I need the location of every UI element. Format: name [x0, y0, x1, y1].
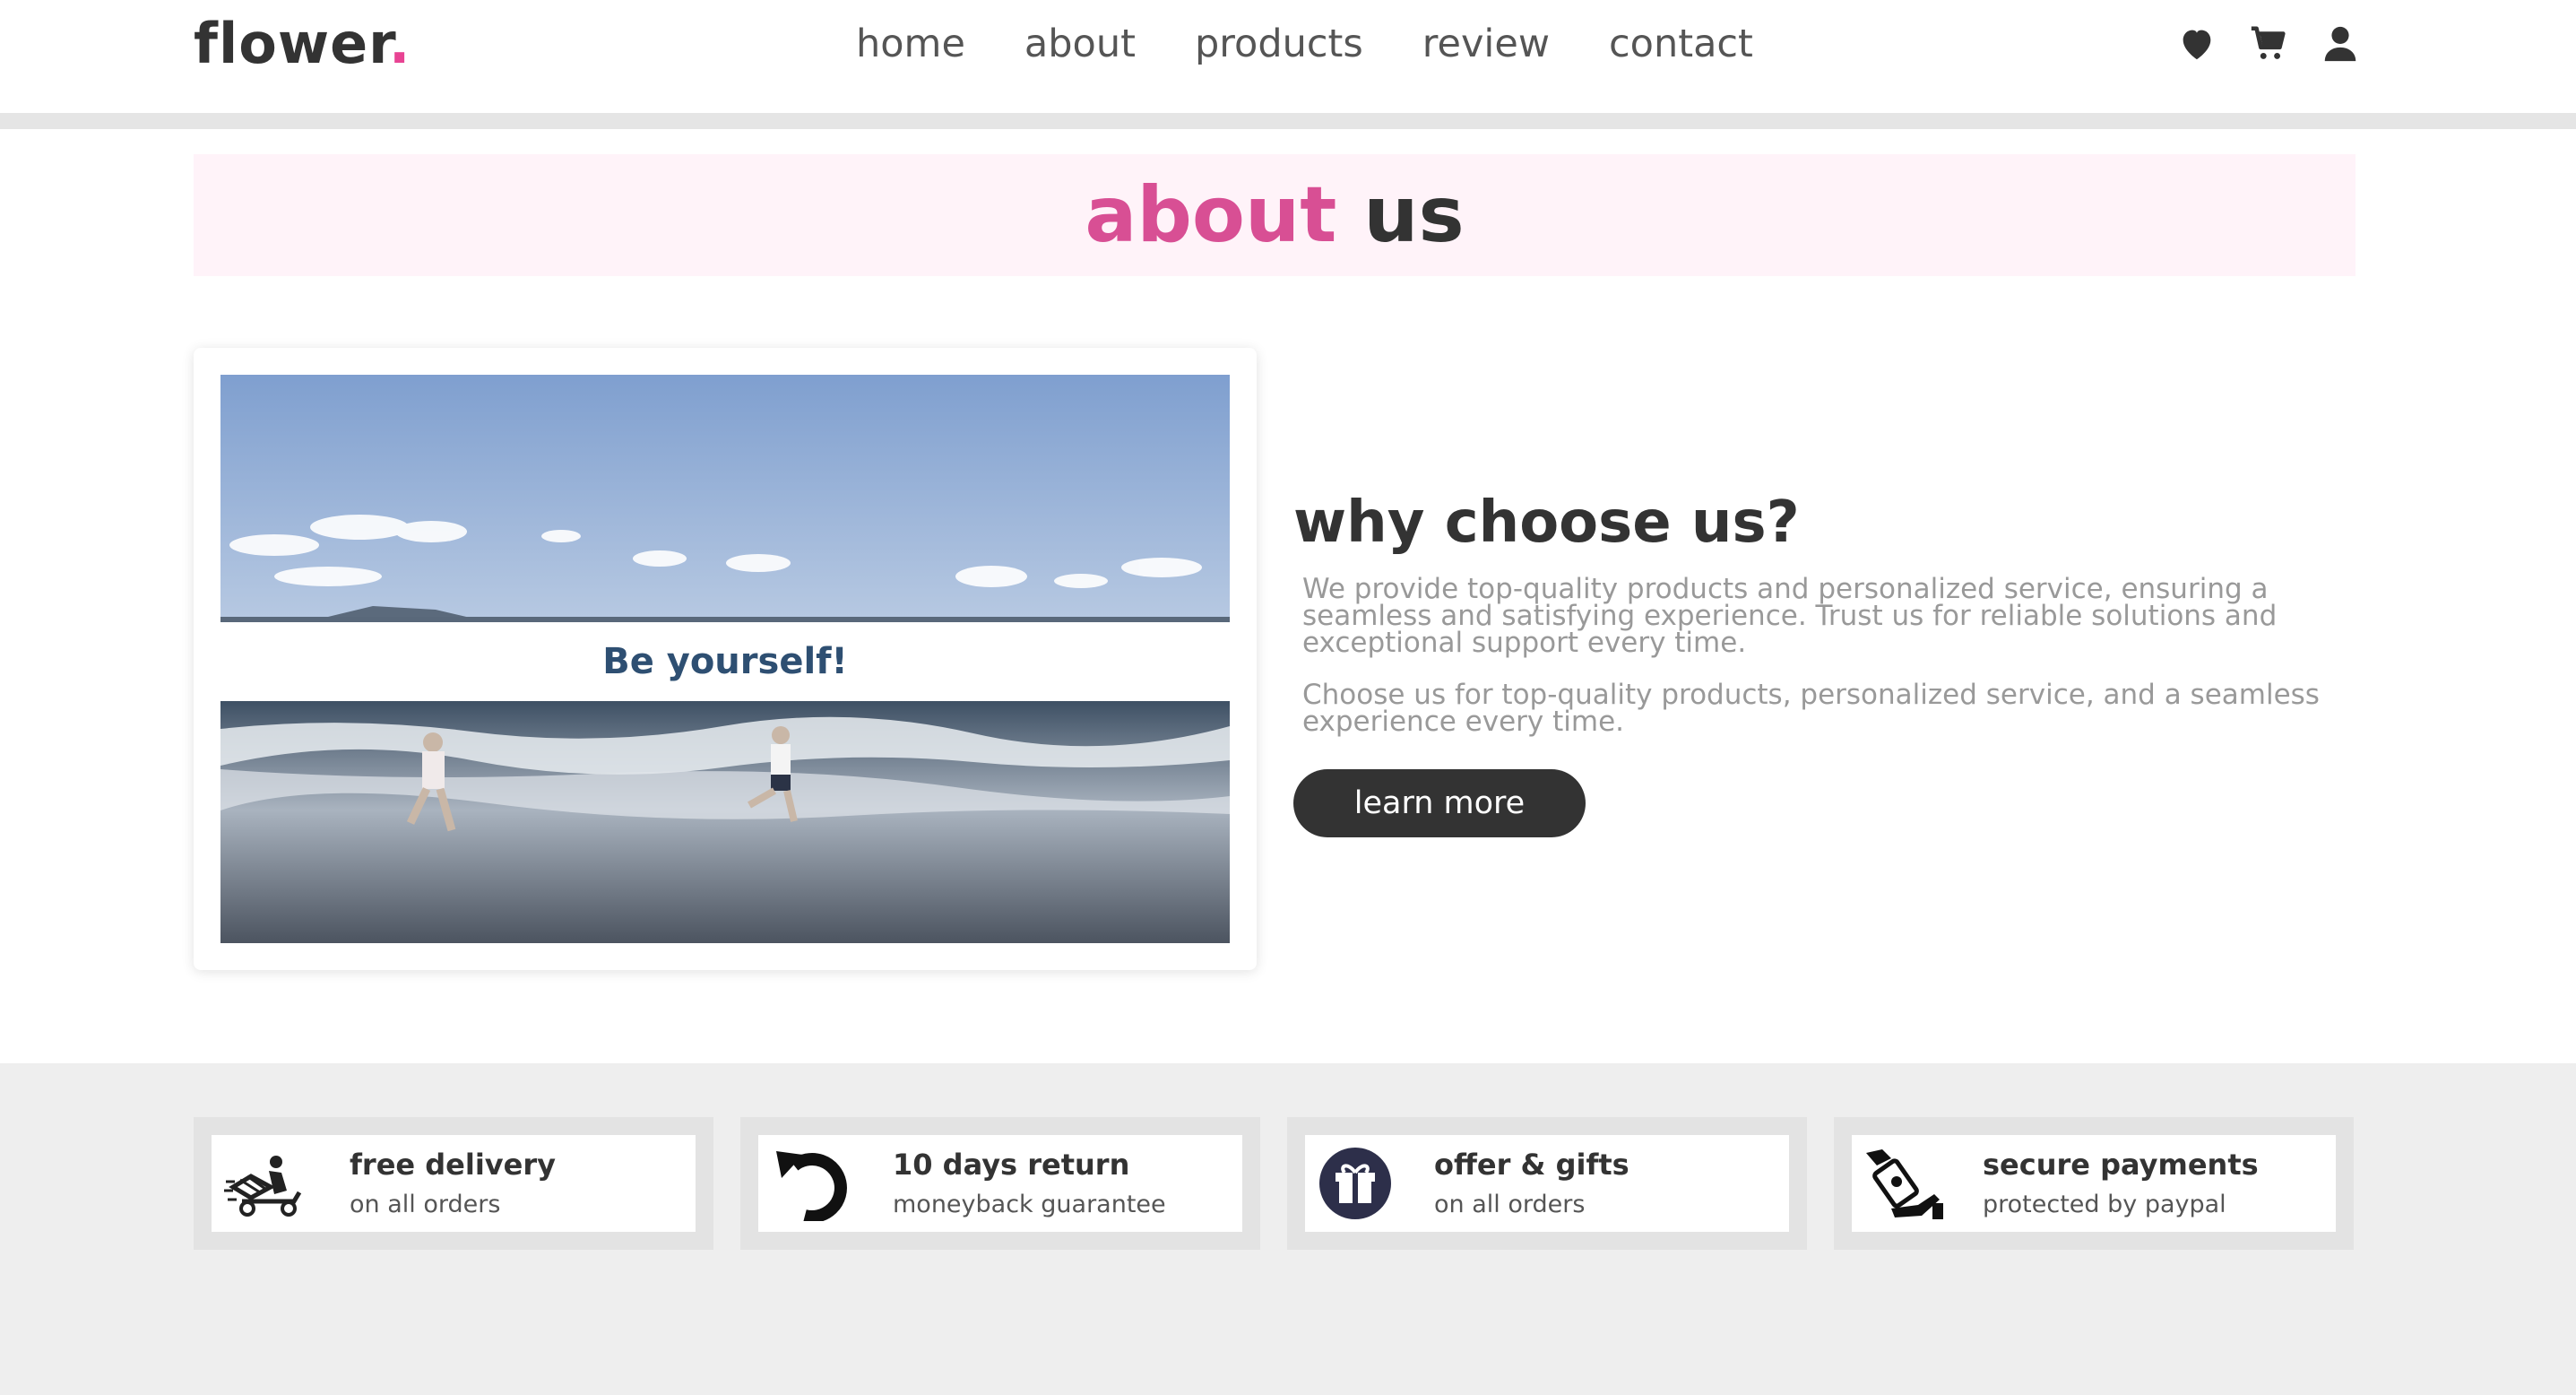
feature-free-delivery: free delivery on all orders	[194, 1117, 713, 1250]
logo-text: flower	[194, 11, 389, 76]
feature-title: free delivery	[350, 1148, 556, 1182]
gift-icon	[1319, 1148, 1391, 1219]
cart-icon[interactable]	[2248, 23, 2289, 65]
section-title-box: about us	[194, 154, 2356, 276]
section-title-accent: about	[1085, 170, 1337, 260]
nav-review[interactable]: review	[1422, 22, 1550, 66]
heart-icon[interactable]	[2176, 23, 2217, 65]
image-caption: Be yourself!	[602, 641, 848, 682]
nav-contact[interactable]: contact	[1609, 22, 1753, 66]
user-icon[interactable]	[2320, 23, 2361, 65]
nav-products[interactable]: products	[1195, 22, 1363, 66]
logo-dot: .	[388, 11, 411, 76]
feature-card: free delivery on all orders	[212, 1135, 696, 1232]
header: flower. home about products review conta…	[0, 0, 2576, 113]
features-section: free delivery on all orders 10 days retu…	[0, 1063, 2576, 1395]
feature-card: 10 days return moneyback guarantee	[758, 1135, 1242, 1232]
learn-more-button[interactable]: learn more	[1293, 769, 1586, 837]
return-arrow-icon	[776, 1151, 847, 1221]
feature-title: secure payments	[1983, 1148, 2259, 1182]
section-title: about us	[194, 154, 2356, 276]
delivery-scooter-icon	[224, 1156, 302, 1217]
header-icons	[2176, 23, 2361, 65]
hand-money-icon	[1866, 1149, 1943, 1219]
nav-home[interactable]: home	[856, 22, 965, 66]
feature-return: 10 days return moneyback guarantee	[740, 1117, 1260, 1250]
feature-subtitle: on all orders	[1434, 1191, 1586, 1218]
feature-title: 10 days return	[893, 1148, 1130, 1182]
about-image-card: Be yourself!	[194, 348, 1257, 970]
why-paragraph-2: Choose us for top-quality products, pers…	[1302, 679, 2320, 738]
feature-card: offer & gifts on all orders	[1305, 1135, 1789, 1232]
beach-photo: Be yourself!	[220, 375, 1230, 943]
header-divider	[0, 113, 2576, 129]
feature-offer-gifts: offer & gifts on all orders	[1287, 1117, 1807, 1250]
why-choose-us: why choose us? We provide top-quality pr…	[1293, 490, 2351, 837]
feature-secure-payments: secure payments protected by paypal	[1834, 1117, 2354, 1250]
feature-title: offer & gifts	[1434, 1148, 1629, 1182]
feature-subtitle: moneyback guarantee	[893, 1191, 1166, 1218]
why-paragraph-1: We provide top-quality products and pers…	[1302, 573, 2278, 659]
feature-subtitle: protected by paypal	[1983, 1191, 2226, 1218]
main-nav: home about products review contact	[856, 22, 1812, 66]
section-title-rest: us	[1336, 170, 1465, 260]
nav-about[interactable]: about	[1024, 22, 1136, 66]
feature-card: secure payments protected by paypal	[1852, 1135, 2336, 1232]
feature-subtitle: on all orders	[350, 1191, 501, 1218]
logo[interactable]: flower.	[194, 11, 411, 76]
why-heading: why choose us?	[1293, 490, 1800, 556]
